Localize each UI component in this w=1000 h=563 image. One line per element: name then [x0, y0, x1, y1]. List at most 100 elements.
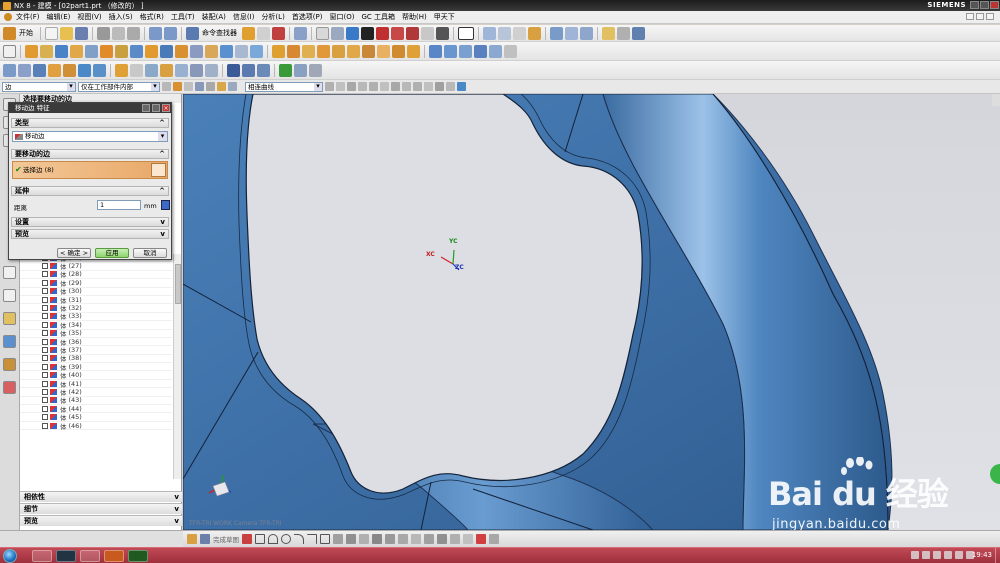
fit-view-icon[interactable] [294, 26, 307, 40]
menu-view[interactable]: 视图(V) [77, 12, 101, 22]
feature-rule-icon[interactable] [217, 82, 226, 91]
cut-icon[interactable] [97, 26, 110, 40]
pad-icon[interactable] [100, 44, 113, 58]
snap-bounded-icon[interactable] [446, 82, 455, 91]
row-checkbox[interactable] [42, 296, 48, 303]
touch-mode-icon[interactable] [242, 26, 255, 40]
move-edge-icon[interactable] [459, 44, 472, 58]
tray-icon-3[interactable] [933, 551, 941, 559]
menu-info[interactable]: 信息(I) [233, 12, 255, 22]
boss-icon[interactable] [70, 44, 83, 58]
menu-gc-toolkit[interactable]: GC 工具箱 [361, 12, 395, 22]
navigator-row[interactable]: 体 (44) [20, 405, 172, 414]
intersect-icon[interactable] [175, 44, 188, 58]
type-group-header[interactable]: 类型 [11, 118, 169, 128]
subtract-icon[interactable] [160, 44, 173, 58]
copy-icon[interactable] [112, 26, 125, 40]
viewport-scroll-handle[interactable] [992, 94, 1000, 106]
menu-jiatianxia[interactable]: 甲天下 [434, 12, 455, 22]
menu-analysis[interactable]: 分析(L) [261, 12, 284, 22]
row-checkbox[interactable] [42, 288, 48, 295]
view-cube-icon[interactable] [346, 26, 359, 40]
redo-icon[interactable] [164, 26, 177, 40]
tray-icon-2[interactable] [922, 551, 930, 559]
dependencies-section[interactable]: 相依性 [20, 491, 182, 502]
background-icon[interactable] [421, 26, 434, 40]
offset-curve-icon[interactable] [372, 534, 382, 544]
snap-intersection-icon[interactable] [369, 82, 378, 91]
show-icon[interactable] [617, 26, 630, 40]
snap-center-icon[interactable] [380, 82, 389, 91]
clipping-icon[interactable] [580, 26, 593, 40]
fillet-icon[interactable] [294, 534, 304, 544]
row-checkbox[interactable] [42, 405, 48, 412]
snap-on-face-icon[interactable] [424, 82, 433, 91]
maximize-button[interactable] [980, 1, 989, 9]
minimize-button[interactable] [970, 1, 979, 9]
navigator-row[interactable]: 体 (33) [20, 312, 172, 321]
make-corner-icon[interactable] [437, 534, 447, 544]
unite-icon[interactable] [145, 44, 158, 58]
menu-tools[interactable]: 工具(T) [171, 12, 195, 22]
delete-face-icon[interactable] [392, 44, 405, 58]
pull-face-icon[interactable] [444, 44, 457, 58]
geometric-constraint-icon[interactable] [463, 534, 473, 544]
split-body-icon[interactable] [302, 44, 315, 58]
resize-face-icon[interactable] [407, 44, 420, 58]
navigator-row[interactable]: 体 (30) [20, 287, 172, 296]
ruled-icon[interactable] [130, 63, 143, 77]
deselect-icon[interactable] [184, 82, 193, 91]
doc-close-button[interactable] [986, 13, 994, 20]
navigator-row[interactable]: 体 (35) [20, 329, 172, 338]
pattern-curve-icon[interactable] [385, 534, 395, 544]
wrap-icon[interactable] [347, 44, 360, 58]
snap-endpoint-icon[interactable] [336, 82, 345, 91]
scroll-thumb[interactable] [175, 264, 181, 304]
start-orb-icon[interactable] [3, 549, 17, 563]
extend-group-header[interactable]: 延伸 [11, 186, 169, 196]
navigator-row[interactable]: 体 (28) [20, 270, 172, 279]
rotate-icon[interactable] [331, 26, 344, 40]
studio-surface-icon[interactable] [160, 63, 173, 77]
navigator-row[interactable]: 体 (36) [20, 338, 172, 347]
explorer-task-icon[interactable] [32, 550, 52, 562]
tray-icon-4[interactable] [944, 551, 952, 559]
menu-edit[interactable]: 编辑(E) [47, 12, 71, 22]
analysis-icon[interactable] [528, 26, 541, 40]
row-checkbox[interactable] [42, 363, 48, 370]
ok-button[interactable]: < 确定 > [57, 248, 91, 258]
sketch-icon[interactable] [3, 44, 16, 58]
swept-icon[interactable] [115, 63, 128, 77]
zoom-icon[interactable] [316, 26, 329, 40]
type-filter-select[interactable]: 边 [2, 81, 76, 92]
polygon-icon[interactable] [359, 534, 369, 544]
edge-blend-icon[interactable] [190, 44, 203, 58]
select-all-icon[interactable] [173, 82, 182, 91]
draft-icon[interactable] [235, 44, 248, 58]
layer-icon[interactable] [483, 26, 496, 40]
command-finder-icon[interactable] [186, 26, 199, 40]
filter-settings-icon[interactable] [162, 82, 171, 91]
taskbar-clock[interactable]: 19:43 [972, 551, 992, 559]
save-icon[interactable] [75, 26, 88, 40]
studio-spline-icon[interactable] [333, 534, 343, 544]
finish-sketch-label[interactable]: 完成草图 [213, 534, 239, 544]
offset-face-icon[interactable] [272, 44, 285, 58]
menu-help[interactable]: 帮助(H) [402, 12, 427, 22]
distance-input[interactable]: 1 [97, 200, 141, 210]
doc-minimize-button[interactable] [966, 13, 974, 20]
through-curves-icon[interactable] [78, 63, 91, 77]
row-checkbox[interactable] [42, 355, 48, 362]
datum-plane-icon[interactable] [3, 63, 16, 77]
navigator-row[interactable]: 体 (46) [20, 422, 172, 431]
measure-icon[interactable] [513, 26, 526, 40]
offset-surface-icon[interactable] [242, 63, 255, 77]
law-extension-icon[interactable] [257, 63, 270, 77]
row-checkbox[interactable] [42, 305, 48, 312]
snap-control-icon[interactable] [358, 82, 367, 91]
navigator-row[interactable]: 体 (40) [20, 371, 172, 380]
shell-icon[interactable] [220, 44, 233, 58]
row-checkbox[interactable] [42, 263, 48, 270]
nx-task-icon[interactable] [56, 550, 76, 562]
render-style-icon[interactable] [361, 26, 374, 40]
